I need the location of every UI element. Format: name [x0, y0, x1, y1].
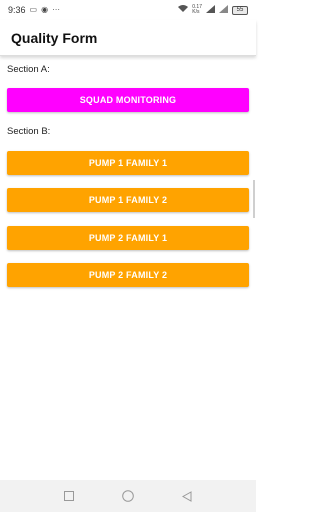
location-icon: ◉ — [41, 5, 49, 14]
network-speed: 0.17 K/s — [192, 4, 202, 15]
wifi-icon — [178, 5, 189, 15]
page-title: Quality Form — [11, 29, 98, 46]
status-right: 0.17 K/s 55 — [178, 5, 248, 15]
pump1-family2-button[interactable]: PUMP 1 FAMILY 2 — [7, 188, 249, 212]
pump1-family1-button[interactable]: PUMP 1 FAMILY 1 — [7, 151, 249, 175]
status-time: 9:36 — [8, 5, 26, 15]
ellipsis-icon: ··· — [52, 5, 61, 14]
recent-apps-icon[interactable] — [57, 484, 81, 508]
home-icon[interactable] — [116, 484, 140, 508]
system-nav-bar — [0, 480, 256, 512]
signal-icon — [219, 5, 228, 15]
scroll-indicator — [253, 180, 255, 218]
signal-icon — [206, 5, 215, 15]
pump2-family2-button[interactable]: PUMP 2 FAMILY 2 — [7, 263, 249, 287]
battery-icon: 55 — [232, 5, 248, 15]
section-a-label: Section A: — [7, 64, 50, 75]
app-bar: Quality Form — [0, 20, 256, 56]
message-icon: ▭ — [29, 5, 38, 14]
pump2-family1-button[interactable]: PUMP 2 FAMILY 1 — [7, 226, 249, 250]
status-bar: 9:36 ▭ ◉ ··· 0.17 K/s 55 — [0, 0, 256, 20]
squad-monitoring-button[interactable]: SQUAD MONITORING — [7, 88, 249, 112]
status-left: 9:36 ▭ ◉ ··· — [8, 5, 60, 15]
back-icon[interactable] — [175, 484, 199, 508]
section-b-label: Section B: — [7, 126, 51, 137]
